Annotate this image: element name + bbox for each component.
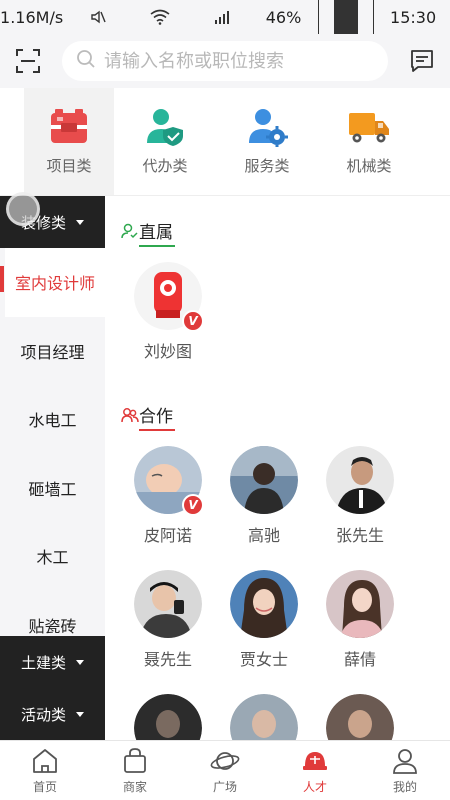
sidebar-item-carpenter[interactable]: 木工: [0, 522, 105, 591]
planet-icon: [210, 746, 240, 776]
avatar: [230, 694, 298, 740]
sidebar-section-civil[interactable]: 土建类: [0, 636, 105, 688]
person-card[interactable]: 高驰: [219, 446, 309, 546]
nav-merchants[interactable]: 商家: [90, 741, 180, 800]
search-box[interactable]: [62, 41, 388, 81]
avatar: [230, 446, 298, 514]
person-card[interactable]: V 刘妙图: [123, 262, 213, 362]
person-card[interactable]: [315, 694, 405, 740]
section-title-direct: 直属: [121, 218, 175, 247]
section-title-text: 直属: [139, 223, 173, 243]
category-machinery[interactable]: 机械类: [318, 88, 420, 195]
person-name: 贾女士: [239, 650, 288, 669]
category-project[interactable]: 项目类: [24, 88, 114, 195]
avatar-image: [230, 694, 298, 740]
avatar: [326, 570, 394, 638]
search-input[interactable]: [104, 50, 374, 72]
section-underline: [139, 245, 175, 247]
verified-badge: V: [182, 494, 204, 516]
avatar-image: [134, 570, 202, 638]
person-card[interactable]: [123, 694, 213, 740]
avatar: [230, 570, 298, 638]
avatar-image: [326, 570, 394, 638]
person-name: 聂先生: [143, 650, 192, 669]
users-icon: [121, 407, 139, 422]
nav-plaza[interactable]: 广场: [180, 741, 270, 800]
avatar: [134, 694, 202, 740]
avatar: V: [134, 446, 204, 516]
section-title-coop: 合作: [121, 402, 175, 431]
person-name: 高驰: [247, 526, 280, 545]
category-label: 服务类: [244, 157, 290, 175]
message-icon[interactable]: [406, 45, 438, 77]
sidebar-section-activity[interactable]: 活动类: [0, 688, 105, 740]
avatar-image: [230, 446, 298, 514]
person-card[interactable]: 聂先生: [123, 570, 213, 670]
category-bar: 项目类 代办类 服务类 机械类: [0, 88, 450, 196]
caret-down-icon: [76, 659, 84, 665]
search-icon: [76, 49, 96, 73]
nav-label: 广场: [212, 780, 237, 794]
verified-badge: V: [182, 310, 204, 332]
category-agency[interactable]: 代办类: [114, 88, 216, 195]
nav-label: 人才: [302, 780, 327, 794]
person-card[interactable]: 贾女士: [219, 570, 309, 670]
sidebar-item-project-manager[interactable]: 项目经理: [0, 317, 105, 386]
avatar-image: [230, 570, 298, 638]
person-card[interactable]: V 皮阿诺: [123, 446, 213, 546]
avatar: [326, 694, 394, 740]
nav-label: 我的: [392, 780, 417, 794]
person-name: 皮阿诺: [143, 526, 192, 545]
category-label: 代办类: [142, 157, 188, 175]
sidebar-section-label: 活动类: [20, 705, 66, 724]
status-bar: 1.16M/s 46% 15:30: [0, 0, 450, 52]
bottom-nav: 首页 商家 广场 人才 我的: [0, 740, 450, 800]
category-label: 机械类: [346, 157, 392, 175]
helmet-icon: [300, 746, 330, 776]
home-icon: [30, 746, 60, 776]
floating-assist-button[interactable]: [6, 192, 40, 226]
sidebar-item-interior-designer[interactable]: 室内设计师: [0, 248, 105, 317]
caret-down-icon: [76, 219, 84, 225]
sidebar-section-label: 土建类: [20, 653, 66, 672]
user-check-icon: [121, 223, 138, 238]
person-card[interactable]: [219, 694, 309, 740]
person-card[interactable]: 薛倩: [315, 570, 405, 670]
person-name: 薛倩: [343, 650, 376, 669]
avatar-image: [326, 694, 394, 740]
section-underline: [139, 429, 175, 431]
person-name: 张先生: [335, 526, 384, 545]
section-title-text: 合作: [139, 407, 173, 427]
person-name: 刘妙图: [143, 342, 192, 361]
category-label: 项目类: [46, 157, 92, 175]
toolbox-icon: [51, 109, 87, 143]
user-shield-icon: [147, 109, 183, 146]
avatar: [134, 570, 202, 638]
person-card[interactable]: 张先生: [315, 446, 405, 546]
shopping-bag-icon: [120, 746, 150, 776]
sidebar-item-electrician[interactable]: 水电工: [0, 385, 105, 454]
sidebar: 装修类 室内设计师 项目经理 水电工 砸墙工 木工 贴瓷砖 土建类 活动类: [0, 196, 105, 740]
category-service[interactable]: 服务类: [216, 88, 318, 195]
user-icon: [390, 746, 420, 776]
avatar-image: [326, 446, 394, 514]
nav-talent[interactable]: 人才: [270, 741, 360, 800]
truck-icon: [349, 113, 389, 143]
sidebar-item-demolition[interactable]: 砸墙工: [0, 454, 105, 523]
caret-down-icon: [76, 711, 84, 717]
user-gear-icon: [249, 109, 288, 147]
nav-mine[interactable]: 我的: [360, 741, 450, 800]
scan-icon[interactable]: [12, 45, 44, 77]
sidebar-bottom-sections: 土建类 活动类: [0, 636, 105, 740]
avatar: [326, 446, 394, 514]
header: [0, 34, 450, 88]
avatar: V: [134, 262, 204, 332]
avatar-image: [134, 694, 202, 740]
nav-label: 首页: [32, 780, 57, 794]
main-content: 直属 V 刘妙图 合作 V 皮阿诺 高驰 张先生 聂先生 贾女士 薛倩: [105, 196, 450, 740]
nav-label: 商家: [122, 780, 147, 794]
nav-home[interactable]: 首页: [0, 741, 90, 800]
